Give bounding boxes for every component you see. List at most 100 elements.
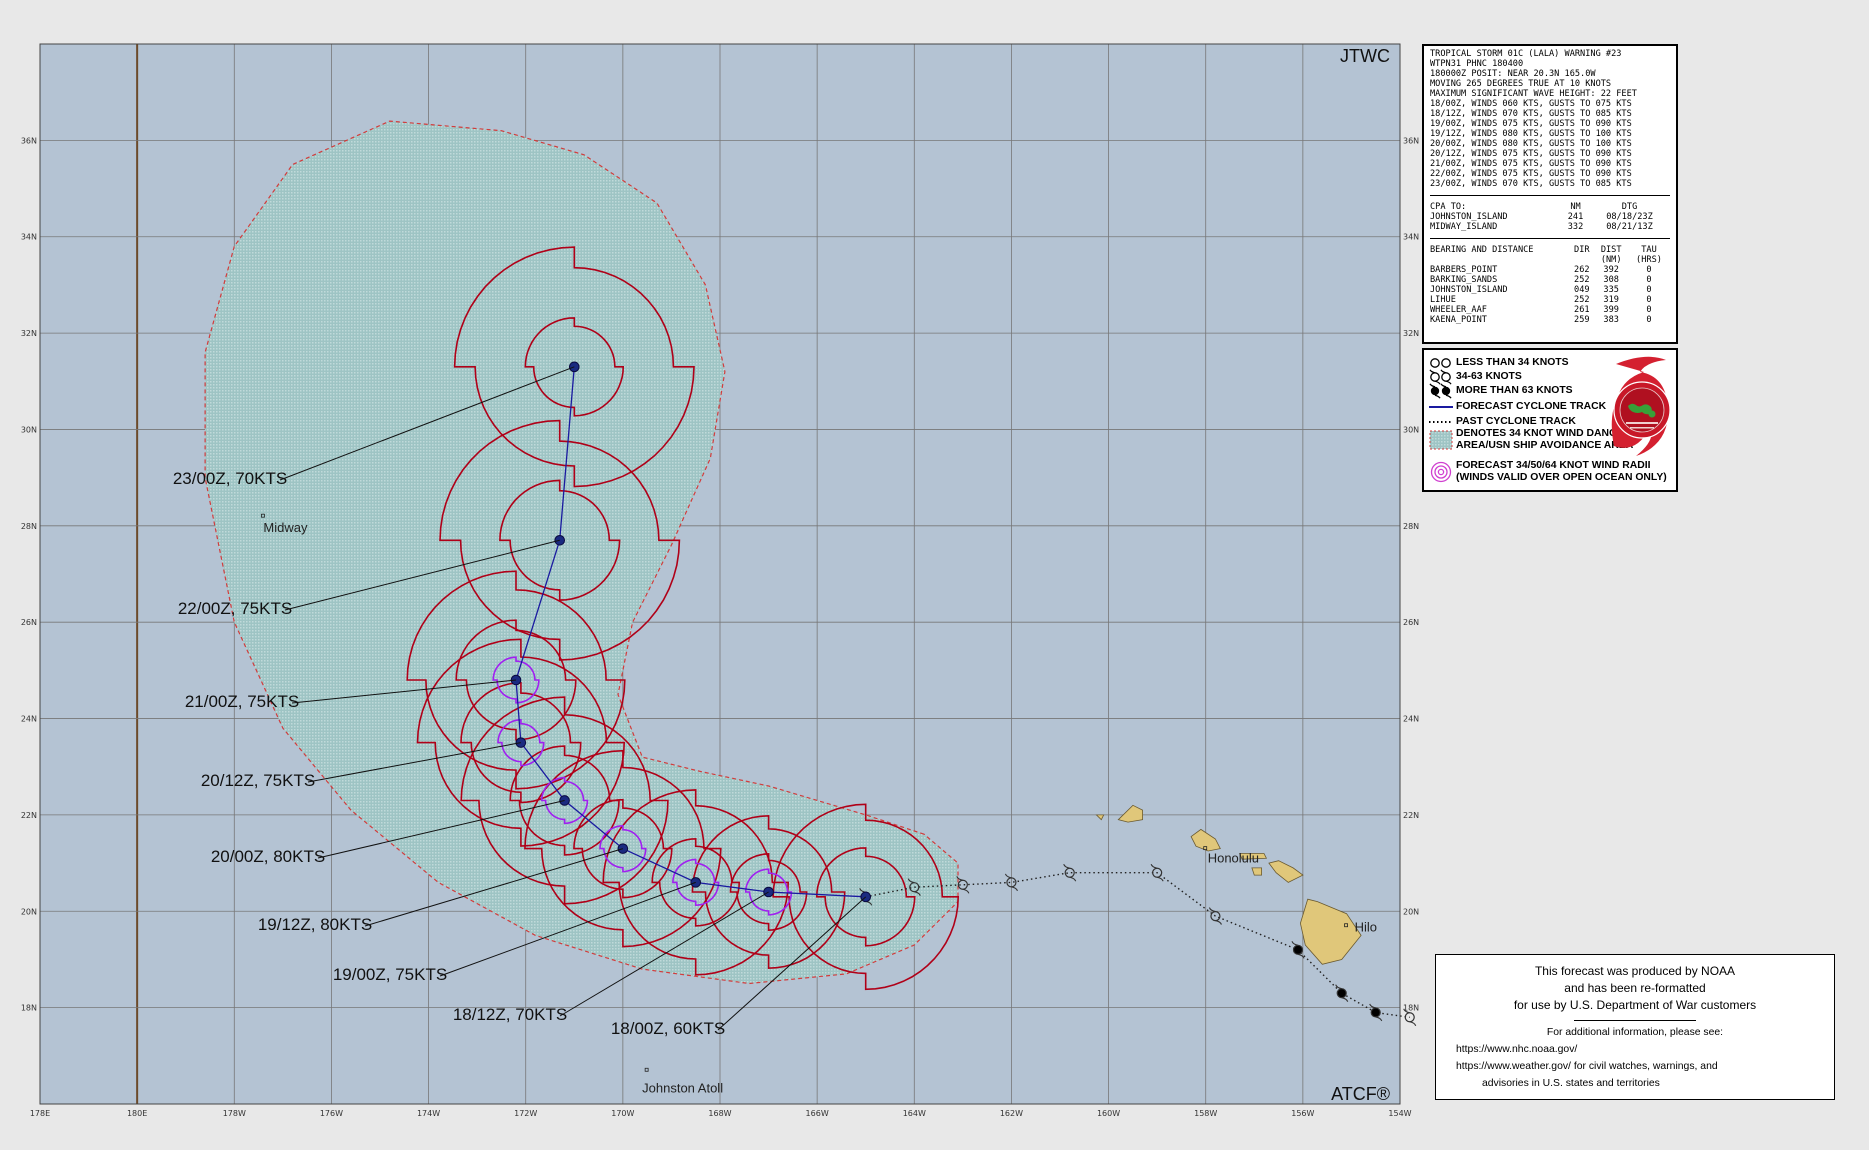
bd-cell: 0 bbox=[1646, 275, 1652, 285]
header-line: 180000Z POSIT: NEAR 20.3N 165.0W bbox=[1430, 69, 1596, 79]
forecast-time-label: 19/12Z, 80KTS bbox=[258, 915, 372, 934]
bd-cell: 335 bbox=[1603, 285, 1619, 295]
cpa-cell: JOHNSTON_ISLAND bbox=[1430, 212, 1508, 222]
wind-radii-icon bbox=[1426, 461, 1456, 483]
bd-cell: BARBERS_POINT bbox=[1430, 265, 1498, 275]
lon-tick-label: 156W bbox=[1291, 1109, 1314, 1118]
bd-cell: 0 bbox=[1646, 305, 1652, 315]
lat-tick-label-left: 32N bbox=[21, 329, 37, 338]
lat-tick-label-left: 30N bbox=[21, 425, 37, 434]
forecast-intensity-list: 18/00Z, WINDS 060 KTS, GUSTS TO 075 KTS 1… bbox=[1430, 99, 1670, 189]
bd-cell: 262 bbox=[1574, 265, 1590, 275]
danger-area-swatch-icon bbox=[1426, 429, 1456, 451]
forecast-time-label: 18/12Z, 70KTS bbox=[453, 1005, 567, 1024]
lat-tick-label-right: 22N bbox=[1403, 811, 1419, 820]
header-line: MOVING 265 DEGREES TRUE AT 10 KNOTS bbox=[1430, 79, 1612, 89]
lon-tick-label: 164W bbox=[903, 1109, 926, 1118]
bearing-distance-table: BEARING AND DISTANCE DIR DIST TAU (NM) (… bbox=[1430, 245, 1670, 325]
lat-tick-label-right: 18N bbox=[1403, 1004, 1419, 1013]
lat-tick-label-left: 28N bbox=[21, 522, 37, 531]
bd-cell: BARKING_SANDS bbox=[1430, 275, 1498, 285]
cpa-cell: 332 bbox=[1567, 222, 1584, 232]
bd-cell: WHEELER_AAF bbox=[1430, 305, 1487, 315]
nhc-link[interactable]: https://www.nhc.noaa.gov/ bbox=[1456, 1041, 1834, 1058]
cpa-row: MIDWAY_ISLAND 332 08/21/13Z bbox=[1430, 222, 1670, 232]
map-legend: LESS THAN 34 KNOTS 34-63 KNOTS MORE THAN… bbox=[1422, 348, 1678, 492]
bd-col-tau: TAU bbox=[1641, 245, 1657, 255]
lon-tick-label: 158W bbox=[1194, 1109, 1217, 1118]
lat-tick-label-left: 26N bbox=[21, 618, 37, 627]
bd-row: WHEELER_AAF 261 399 0 bbox=[1430, 305, 1670, 315]
forecast-time-label: 20/12Z, 75KTS bbox=[201, 771, 315, 790]
lat-tick-label-right: 28N bbox=[1403, 522, 1419, 531]
warning-header: TROPICAL STORM 01C (LALA) WARNING #23 WTP… bbox=[1430, 49, 1670, 99]
bd-title: BEARING AND DISTANCE bbox=[1430, 245, 1534, 255]
lat-tick-label-left: 24N bbox=[21, 715, 37, 724]
bd-sub-1 bbox=[1569, 255, 1594, 265]
forecast-line: 18/12Z, WINDS 070 KTS, GUSTS TO 085 KTS bbox=[1430, 109, 1632, 119]
bd-cell: LIHUE bbox=[1430, 295, 1456, 305]
forecast-line: 19/12Z, WINDS 080 KTS, GUSTS TO 100 KTS bbox=[1430, 129, 1632, 139]
bd-cell: 252 bbox=[1574, 275, 1590, 285]
nws-link-cont: advisories in U.S. states and territorie… bbox=[1482, 1078, 1660, 1089]
lat-tick-label-right: 32N bbox=[1403, 329, 1419, 338]
cpa-cell: MIDWAY_ISLAND bbox=[1430, 222, 1498, 232]
forecast-time-label: 20/00Z, 80KTS bbox=[211, 847, 325, 866]
forecast-time-label: 22/00Z, 75KTS bbox=[178, 599, 292, 618]
bd-cell: 399 bbox=[1603, 305, 1619, 315]
lat-tick-label-right: 24N bbox=[1403, 715, 1419, 724]
hurricane-icon bbox=[1370, 1007, 1381, 1018]
hurricane-icon bbox=[1292, 944, 1304, 955]
lon-tick-label: 174W bbox=[417, 1109, 440, 1118]
credit-info: For additional information, please see: bbox=[1546, 1027, 1724, 1038]
bd-cell: 261 bbox=[1574, 305, 1590, 315]
forecast-time-label: 21/00Z, 75KTS bbox=[185, 692, 299, 711]
bd-cell: 319 bbox=[1603, 295, 1619, 305]
cpa-col-nm: NM bbox=[1570, 202, 1581, 212]
bd-cell: 252 bbox=[1574, 295, 1590, 305]
bd-row: BARBERS_POINT 262 392 0 bbox=[1430, 265, 1670, 275]
header-line: TROPICAL STORM 01C (LALA) WARNING #23 bbox=[1430, 49, 1622, 59]
bd-row: LIHUE 252 319 0 bbox=[1430, 295, 1670, 305]
cpa-cell: 08/21/13Z bbox=[1606, 222, 1653, 232]
lon-tick-label: 178W bbox=[223, 1109, 246, 1118]
bd-cell: KAENA_POINT bbox=[1430, 315, 1487, 325]
header-line: WTPN31 PHNC 180400 bbox=[1430, 59, 1524, 69]
lat-tick-label-right: 36N bbox=[1403, 136, 1419, 145]
cpa-row: JOHNSTON_ISLAND 241 08/18/23Z bbox=[1430, 212, 1670, 222]
bd-cell: 0 bbox=[1646, 315, 1652, 325]
warning-info-panel: TROPICAL STORM 01C (LALA) WARNING #23 WTP… bbox=[1422, 44, 1678, 344]
forecast-line: 21/00Z, WINDS 075 KTS, GUSTS TO 090 KTS bbox=[1430, 159, 1632, 169]
place-label: Honolulu bbox=[1208, 851, 1259, 866]
bd-cell: 259 bbox=[1574, 315, 1590, 325]
lat-tick-label-right: 20N bbox=[1403, 907, 1419, 916]
lon-tick-label: 180E bbox=[127, 1109, 147, 1118]
forecast-time-label: 23/00Z, 70KTS bbox=[173, 469, 287, 488]
lat-tick-label-right: 30N bbox=[1403, 425, 1419, 434]
bd-cell: 0 bbox=[1646, 265, 1652, 275]
nws-link-row: https://www.weather.gov/ for civil watch… bbox=[1456, 1061, 1718, 1072]
nws-link[interactable]: https://www.weather.gov/ bbox=[1456, 1061, 1571, 1072]
place-label: Hilo bbox=[1355, 920, 1377, 935]
forecast-line: 20/12Z, WINDS 075 KTS, GUSTS TO 090 KTS bbox=[1430, 149, 1632, 159]
bd-sub-0 bbox=[1430, 255, 1569, 265]
lat-tick-label-left: 18N bbox=[21, 1004, 37, 1013]
forecast-time-label: 19/00Z, 75KTS bbox=[333, 965, 447, 984]
bd-cell: 0 bbox=[1646, 285, 1652, 295]
bd-sub-2: (NM) bbox=[1600, 255, 1622, 265]
place-label: Johnston Atoll bbox=[642, 1080, 723, 1095]
cpa-col-dtg: DTG bbox=[1621, 202, 1638, 212]
bd-col-dir: DIR bbox=[1574, 245, 1590, 255]
bd-row: KAENA_POINT 259 383 0 bbox=[1430, 315, 1670, 325]
forecast-line: 18/00Z, WINDS 060 KTS, GUSTS TO 075 KTS bbox=[1430, 99, 1632, 109]
lon-tick-label: 162W bbox=[1000, 1109, 1023, 1118]
bd-sub-3: (HRS) bbox=[1636, 255, 1662, 265]
credit-main: This forecast was produced by NOAA and h… bbox=[1513, 964, 1757, 1012]
bd-cell: 0 bbox=[1646, 295, 1652, 305]
lon-tick-label: 160W bbox=[1097, 1109, 1120, 1118]
forecast-time-label: 18/00Z, 60KTS bbox=[611, 1019, 725, 1038]
hurricane-icon bbox=[1336, 988, 1347, 999]
lat-tick-label-left: 34N bbox=[21, 233, 37, 242]
lat-tick-label-right: 34N bbox=[1403, 233, 1419, 242]
noaa-hurricane-logo bbox=[1611, 356, 1671, 456]
